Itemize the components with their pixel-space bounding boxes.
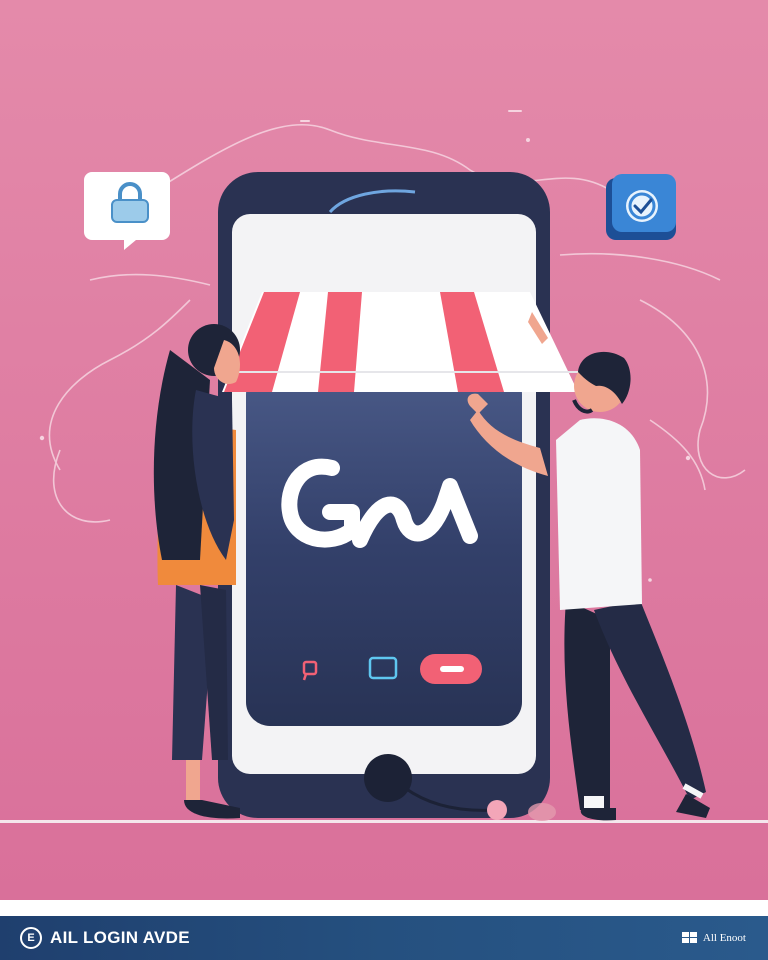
ground-line (0, 820, 768, 823)
footer-logo-icon: E (20, 927, 42, 949)
windows-logo-icon (681, 932, 698, 944)
phone-home-button (364, 754, 412, 802)
white-separator (0, 900, 768, 916)
footer-left: E AIL LOGIN AVDE (20, 927, 190, 949)
check-badge-icon (606, 174, 676, 240)
footer-bar: E AIL LOGIN AVDE All Enoot (0, 916, 768, 960)
pill-button-icon (420, 654, 482, 684)
smartphone (218, 172, 556, 821)
footer-right: All Enoot (681, 932, 746, 944)
footer-logo-glyph: E (27, 931, 35, 944)
illustration-scene (0, 0, 768, 900)
footer-title: AIL LOGIN AVDE (50, 928, 190, 947)
footer-brand: All Enoot (702, 932, 746, 944)
lock-bubble (84, 172, 170, 250)
store-awning (222, 292, 578, 392)
